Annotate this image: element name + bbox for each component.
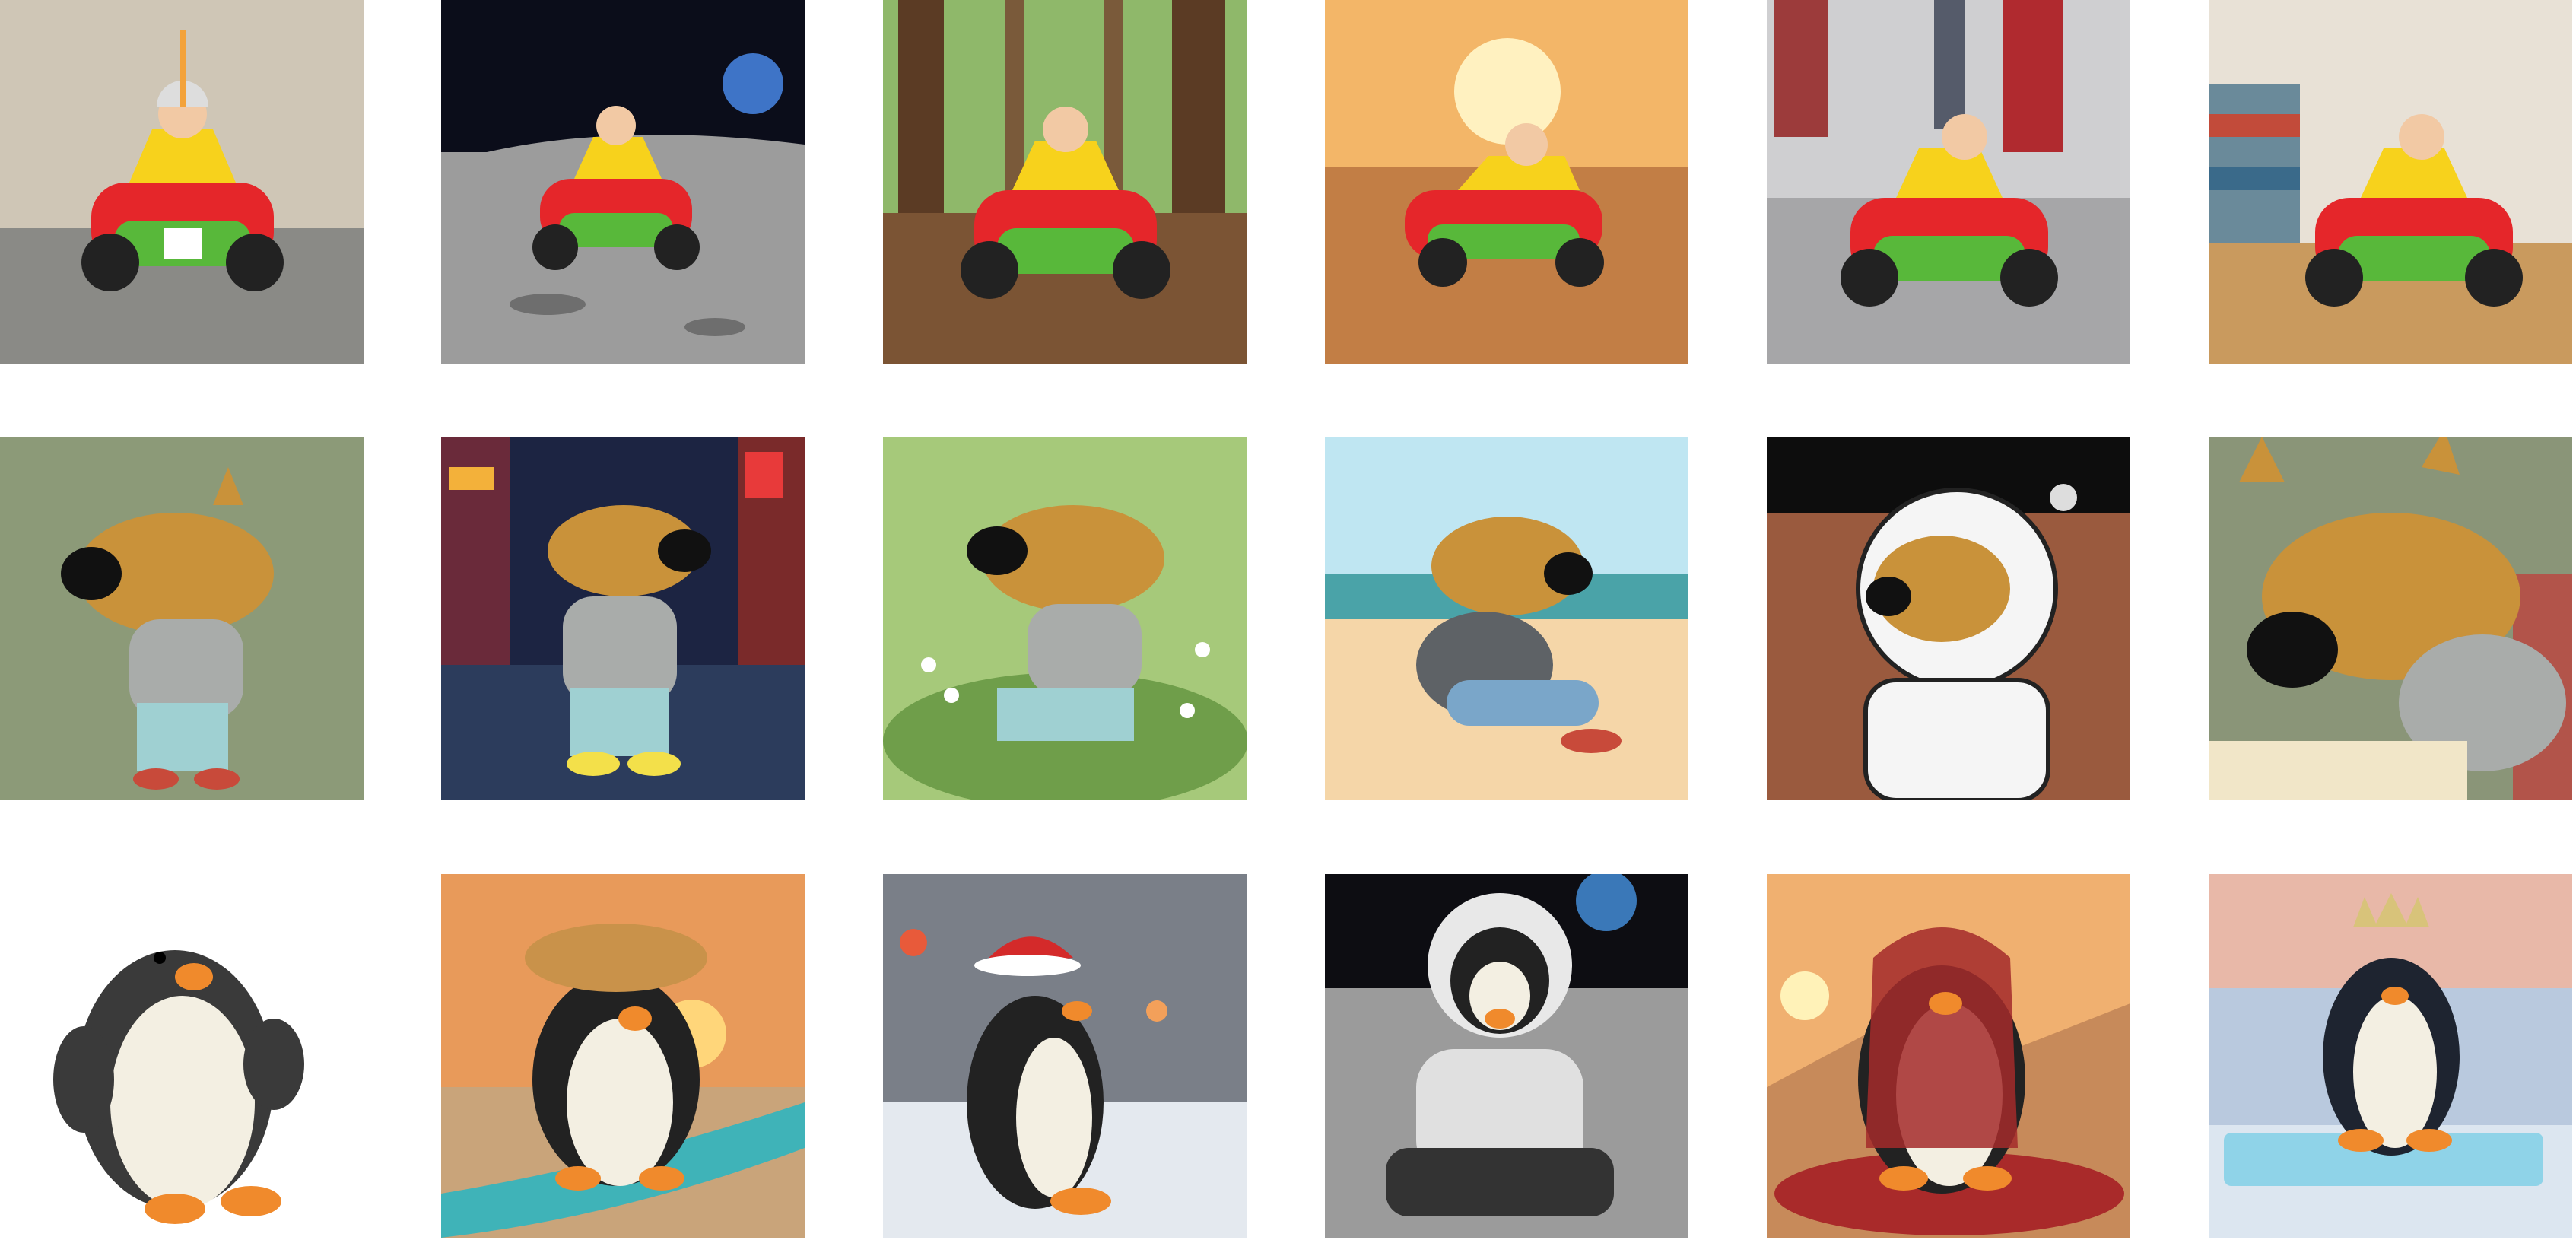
tile-penguin-snowy-street <box>883 874 1247 1238</box>
tile-car-desk <box>2209 0 2572 364</box>
image-grid <box>0 0 2576 1240</box>
dog-beach-image <box>1325 437 1688 800</box>
dog-reading-image <box>2209 437 2572 800</box>
penguin-surfboard-image <box>441 874 805 1238</box>
tile-car-moon <box>441 0 805 364</box>
tile-dog-beach <box>1325 437 1688 800</box>
tile-penguin-surfboard <box>441 874 805 1238</box>
tile-car-desert <box>1325 0 1688 364</box>
car-desk-image <box>2209 0 2572 364</box>
tile-dog-reading <box>2209 437 2572 800</box>
car-street-image <box>1767 0 2130 364</box>
tile-car-studio <box>0 0 364 364</box>
dog-neon-city-image <box>441 437 805 800</box>
penguin-ice-crown-image <box>2209 874 2572 1238</box>
tile-penguin-plain <box>0 874 364 1238</box>
dog-meadow-image <box>883 437 1247 800</box>
penguin-snowy-street-image <box>883 874 1247 1238</box>
penguin-astronaut-moon-image <box>1325 874 1688 1238</box>
tile-dog-meadow <box>883 437 1247 800</box>
dog-astronaut-mars-image <box>1767 437 2130 800</box>
tile-dog-neon-city <box>441 437 805 800</box>
tile-dog-plain <box>0 437 364 800</box>
car-forest-image <box>883 0 1247 364</box>
car-desert-image <box>1325 0 1688 364</box>
tile-penguin-ice-crown <box>2209 874 2572 1238</box>
penguin-desert-cloak-image <box>1767 874 2130 1238</box>
tile-dog-astronaut-mars <box>1767 437 2130 800</box>
car-studio-image <box>0 0 364 364</box>
tile-penguin-desert-cloak <box>1767 874 2130 1238</box>
dog-plain-image <box>0 437 364 800</box>
tile-car-street <box>1767 0 2130 364</box>
tile-car-forest <box>883 0 1247 364</box>
tile-penguin-astronaut-moon <box>1325 874 1688 1238</box>
car-moon-image <box>441 0 805 364</box>
penguin-plain-image <box>0 874 364 1238</box>
